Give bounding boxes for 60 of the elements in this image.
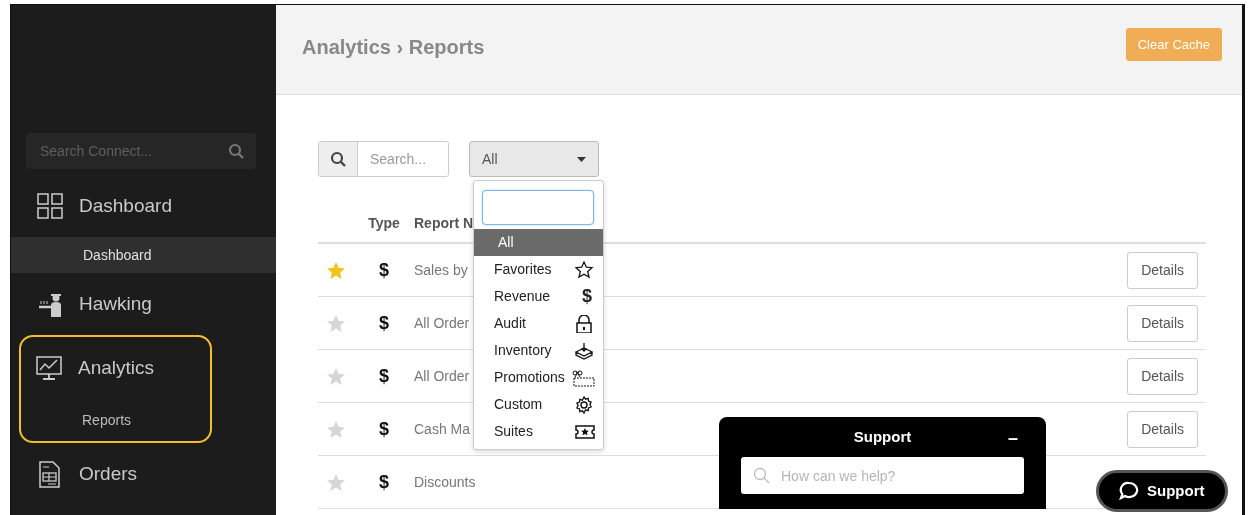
dropdown-option[interactable]: Promotions [474,364,603,391]
star-icon[interactable] [327,420,345,438]
box-icon [575,341,595,360]
dropdown-option[interactable]: Revenue $ [474,283,603,310]
type-symbol: $ [378,470,390,494]
sidebar-subitem[interactable]: Reports [21,399,210,441]
search-icon [330,151,346,167]
star-icon[interactable] [327,367,345,385]
grid-icon [37,192,63,220]
report-name: Discounts [414,473,476,490]
ticket-star-icon [575,422,595,441]
report-name: All Order [414,314,470,331]
star-icon[interactable] [327,473,345,491]
coupon-scissors-icon [571,368,595,387]
search-field[interactable]: Search Connect... [38,133,228,169]
search-box[interactable]: Search Connect... [26,133,256,169]
search-icon [753,466,771,485]
column-header: Type [367,214,401,233]
type-symbol: $ [378,311,390,335]
search-icon [228,143,244,159]
star-icon[interactable] [327,314,345,332]
column-header: Report N [414,215,474,231]
minimize-button[interactable]: – [1002,424,1024,453]
gear-icon [575,395,595,414]
dropdown-option[interactable]: Favorites [474,256,603,283]
caret-icon [577,156,586,162]
report-name: Cash Ma [414,420,471,437]
star-icon[interactable] [327,261,345,279]
dropdown-option[interactable]: Audit [474,310,603,337]
sidebar-item[interactable]: Dashboard [79,191,172,221]
padlock-icon [575,314,595,333]
details-button[interactable]: Details [1127,304,1198,342]
sidebar-item[interactable]: Analytics [78,353,155,383]
chat-bubble-icon [1119,481,1139,501]
sidebar-item[interactable]: Hawking [79,289,152,319]
help-search-box[interactable]: How can we help? [741,457,1024,494]
support-button[interactable]: Support [1096,470,1228,512]
type-symbol: $ [378,417,390,441]
dropdown-option[interactable]: All [474,229,603,256]
monitor-chart-icon [36,354,62,382]
details-button[interactable]: Details [1127,410,1198,448]
type-symbol: $ [378,364,390,388]
star-outline-icon [575,260,595,279]
dropdown-option[interactable]: Suites [474,418,603,445]
sidebar-subitem[interactable]: Dashboard [11,237,276,273]
document-icon [37,460,63,488]
revenue-symbol: $ [582,285,592,308]
details-button[interactable]: Details [1127,357,1198,395]
report-name: All Order [414,367,470,384]
dropdown-search-field[interactable] [482,190,594,225]
filter-dropdown[interactable]: All [469,141,599,177]
type-symbol: $ [378,258,390,282]
support-title: Support [853,426,912,447]
dropdown-option[interactable]: Custom [474,391,603,418]
breadcrumb-title: Analytics › Reports [302,34,485,60]
search-field[interactable]: Search... [318,141,449,177]
details-button[interactable]: Details [1127,251,1198,289]
report-name: Sales by [414,261,468,278]
dropdown-option[interactable]: Inventory [474,337,603,364]
sidebar-item[interactable]: Orders [79,459,138,489]
